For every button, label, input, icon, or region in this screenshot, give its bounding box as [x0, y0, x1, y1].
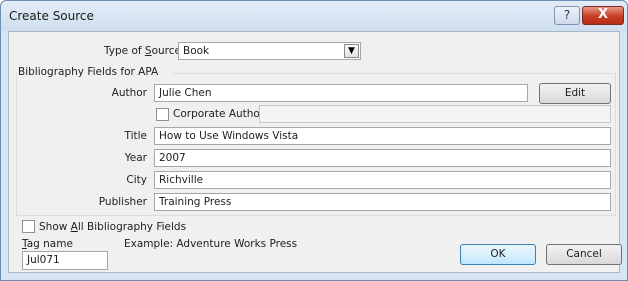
city-label: City	[126, 174, 147, 186]
corporate-author-checkbox[interactable]	[156, 108, 169, 121]
type-of-source-select[interactable]: Book ▼	[178, 42, 361, 60]
dialog-body: Type of Source Book ▼ Bibliography Field…	[8, 31, 622, 273]
dialog-title: Create Source	[9, 9, 94, 23]
type-of-source-label: Type of Source	[104, 45, 181, 57]
create-source-dialog: Create Source ? X Type of Source Book ▼ …	[0, 0, 628, 281]
chevron-down-icon[interactable]: ▼	[344, 44, 359, 58]
edit-button[interactable]: Edit	[539, 83, 611, 104]
title-bar[interactable]: Create Source ? X	[1, 1, 627, 31]
publisher-label: Publisher	[98, 196, 147, 208]
publisher-field[interactable]: Training Press	[154, 193, 611, 211]
title-label: Title	[124, 130, 147, 142]
tag-example-text: Example: Adventure Works Press	[124, 238, 298, 250]
corporate-author-label: Corporate Author	[173, 108, 265, 120]
title-field[interactable]: How to Use Windows Vista	[154, 127, 611, 145]
show-all-fields-checkbox[interactable]	[22, 220, 35, 233]
tag-name-field[interactable]: Jul071	[22, 251, 108, 270]
corporate-author-field[interactable]	[259, 105, 611, 123]
help-icon: ?	[563, 8, 571, 22]
cancel-button[interactable]: Cancel	[546, 244, 622, 265]
author-field[interactable]: Julie Chen	[154, 84, 528, 102]
author-label: Author	[111, 87, 147, 99]
city-field[interactable]: Richville	[154, 171, 611, 189]
close-icon: X	[597, 7, 609, 22]
tag-name-label: Tag name	[22, 238, 73, 250]
close-button[interactable]: X	[582, 6, 624, 25]
type-of-source-value: Book	[183, 45, 210, 57]
ok-button[interactable]: OK	[460, 244, 536, 265]
help-button[interactable]: ?	[554, 6, 580, 25]
year-label: Year	[124, 152, 147, 164]
year-field[interactable]: 2007	[154, 149, 611, 167]
show-all-fields-label: Show All Bibliography Fields	[39, 221, 187, 233]
